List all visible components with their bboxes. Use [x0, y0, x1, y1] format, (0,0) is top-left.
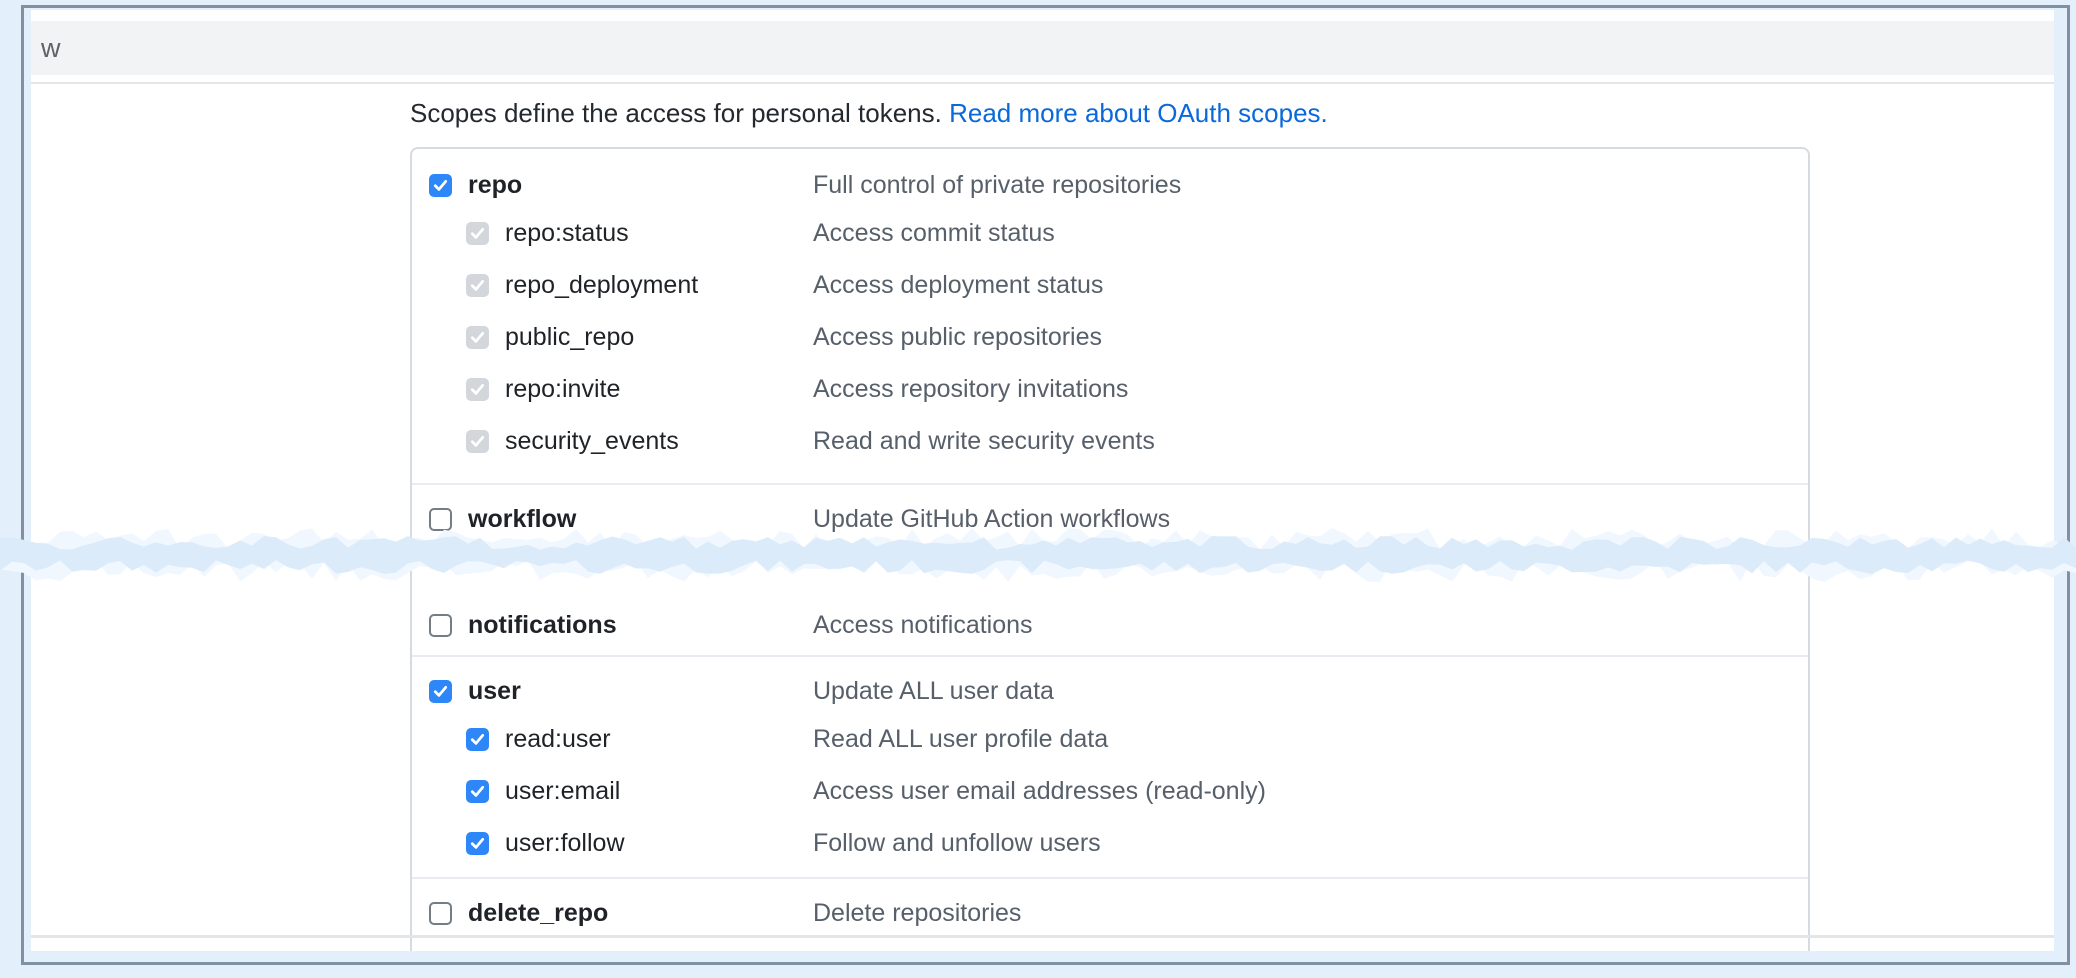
- checkbox-read:user[interactable]: [466, 728, 489, 751]
- scope-label: security_events: [505, 427, 679, 456]
- scope-description: Access commit status: [813, 219, 1808, 248]
- tab-bar-divider: [31, 82, 2054, 84]
- scope-row: repo Full control of private repositories: [412, 163, 1808, 207]
- checkbox-user:follow[interactable]: [466, 832, 489, 855]
- checkbox-repo[interactable]: [429, 174, 452, 197]
- scope-label-cell: user: [429, 677, 813, 706]
- tab-title: w: [41, 33, 61, 64]
- scope-description: Read and write security events: [813, 427, 1808, 456]
- scope-description: Update GitHub Action workflows: [813, 505, 1808, 534]
- scope-label-cell: user:follow: [429, 829, 813, 858]
- scope-label: workflow: [468, 505, 576, 534]
- checkbox-repo:status: [466, 222, 489, 245]
- scope-label-cell: repo:invite: [429, 375, 813, 404]
- scope-label: repo:status: [505, 219, 629, 248]
- scope-label-cell: notifications: [429, 611, 813, 640]
- scopes-intro: Scopes define the access for personal to…: [410, 98, 2054, 129]
- scope-label-cell: delete_repo: [429, 899, 813, 928]
- scope-row: notifications Access notifications: [412, 603, 1808, 647]
- checkbox-notifications[interactable]: [429, 614, 452, 637]
- scope-group-user: user Update ALL user data read:user Read AL…: [412, 655, 1808, 877]
- scope-description: Follow and unfollow users: [813, 829, 1808, 858]
- scope-description: Read ALL user profile data: [813, 725, 1808, 754]
- check-icon: [470, 785, 485, 798]
- scope-row: user:follow Follow and unfollow users: [412, 817, 1808, 869]
- scope-description: Access user email addresses (read-only): [813, 777, 1808, 806]
- check-icon: [470, 837, 485, 850]
- scope-label-cell: workflow: [429, 505, 813, 534]
- checkbox-repo_deployment: [466, 274, 489, 297]
- scope-group-repo: repo Full control of private repositories…: [412, 149, 1808, 483]
- scopes-intro-text: Scopes define the access for personal to…: [410, 98, 942, 128]
- scope-label-cell: repo: [429, 171, 813, 200]
- checkbox-security_events: [466, 430, 489, 453]
- scope-group-workflow: workflow Update GitHub Action workflows: [412, 483, 1808, 553]
- scope-row: public_repo Access public repositories: [412, 311, 1808, 363]
- scope-description: Delete repositories: [813, 899, 1808, 928]
- check-icon: [470, 279, 485, 292]
- checkbox-repo:invite: [466, 378, 489, 401]
- check-icon: [470, 227, 485, 240]
- scope-description: Update ALL user data: [813, 677, 1808, 706]
- browser-window: w Scopes define the access for personal …: [31, 10, 2054, 951]
- check-icon: [470, 383, 485, 396]
- scope-description: Access notifications: [813, 611, 1808, 640]
- window-frame: w Scopes define the access for personal …: [21, 5, 2070, 965]
- checkbox-public_repo: [466, 326, 489, 349]
- scope-row: delete_repo Delete repositories: [412, 891, 1808, 935]
- scope-row: read:user Read ALL user profile data: [412, 713, 1808, 765]
- check-icon: [470, 733, 485, 746]
- checkbox-workflow[interactable]: [429, 508, 452, 531]
- scope-group-notifications: notifications Access notifications: [412, 553, 1808, 655]
- scope-row: workflow Update GitHub Action workflows: [412, 497, 1808, 541]
- tab-bar: w: [31, 21, 2054, 75]
- checkbox-user[interactable]: [429, 680, 452, 703]
- checkbox-delete_repo[interactable]: [429, 902, 452, 925]
- check-icon: [433, 685, 448, 698]
- scope-label: read:user: [505, 725, 611, 754]
- scope-label: user:follow: [505, 829, 625, 858]
- scope-row: repo:status Access commit status: [412, 207, 1808, 259]
- scope-description: Access repository invitations: [813, 375, 1808, 404]
- oauth-scopes-link[interactable]: Read more about OAuth scopes.: [949, 98, 1328, 128]
- scope-label: repo_deployment: [505, 271, 698, 300]
- scope-label-cell: user:email: [429, 777, 813, 806]
- check-icon: [470, 331, 485, 344]
- scope-label: public_repo: [505, 323, 634, 352]
- scope-description: Access deployment status: [813, 271, 1808, 300]
- scope-label: user:email: [505, 777, 620, 806]
- scopes-list: repo Full control of private repositories…: [410, 147, 1810, 951]
- scope-row: user Update ALL user data: [412, 669, 1808, 713]
- scope-label: notifications: [468, 611, 617, 640]
- scope-row: repo:invite Access repository invitations: [412, 363, 1808, 415]
- scope-row: user:email Access user email addresses (r…: [412, 765, 1808, 817]
- scope-label-cell: repo:status: [429, 219, 813, 248]
- scope-label-cell: public_repo: [429, 323, 813, 352]
- scope-label: delete_repo: [468, 899, 608, 928]
- scope-row: repo_deployment Access deployment status: [412, 259, 1808, 311]
- scope-label: repo:invite: [505, 375, 620, 404]
- scope-label: repo: [468, 171, 522, 200]
- checkbox-user:email[interactable]: [466, 780, 489, 803]
- page-bottom-divider: [31, 935, 2054, 938]
- scope-row: security_events Read and write security e…: [412, 415, 1808, 467]
- check-icon: [470, 435, 485, 448]
- scope-description: Access public repositories: [813, 323, 1808, 352]
- content-area: Scopes define the access for personal to…: [31, 98, 2054, 951]
- scope-label-cell: read:user: [429, 725, 813, 754]
- scope-description: Full control of private repositories: [813, 171, 1808, 200]
- check-icon: [433, 179, 448, 192]
- scope-label-cell: repo_deployment: [429, 271, 813, 300]
- scope-label-cell: security_events: [429, 427, 813, 456]
- scope-label: user: [468, 677, 521, 706]
